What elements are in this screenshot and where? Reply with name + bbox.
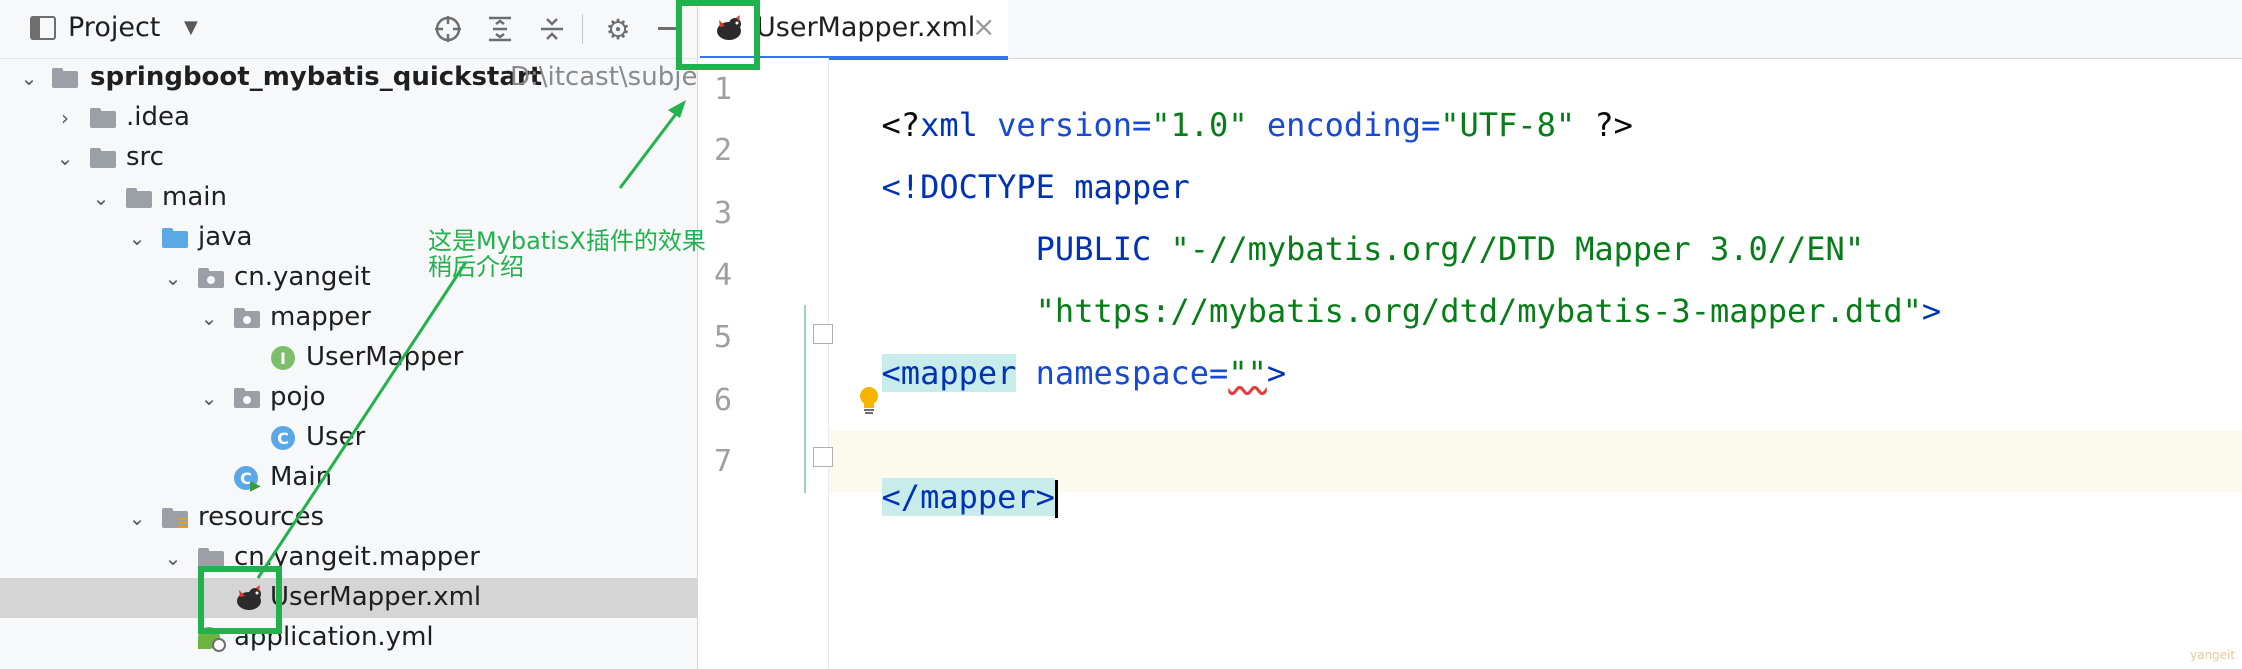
annotation-arrow-line [618,105,684,189]
watermark: yangeit [2190,648,2236,662]
annotation-arrowhead [668,100,686,118]
annotation-note: 这是MybatisX插件的效果 稍后介绍 [428,228,706,280]
annotation-line: 这是MybatisX插件的效果 [428,227,706,255]
annotation-arrow-line [256,261,468,579]
annotation-line: 稍后介绍 [428,253,524,281]
annotation-arrows [256,100,686,579]
